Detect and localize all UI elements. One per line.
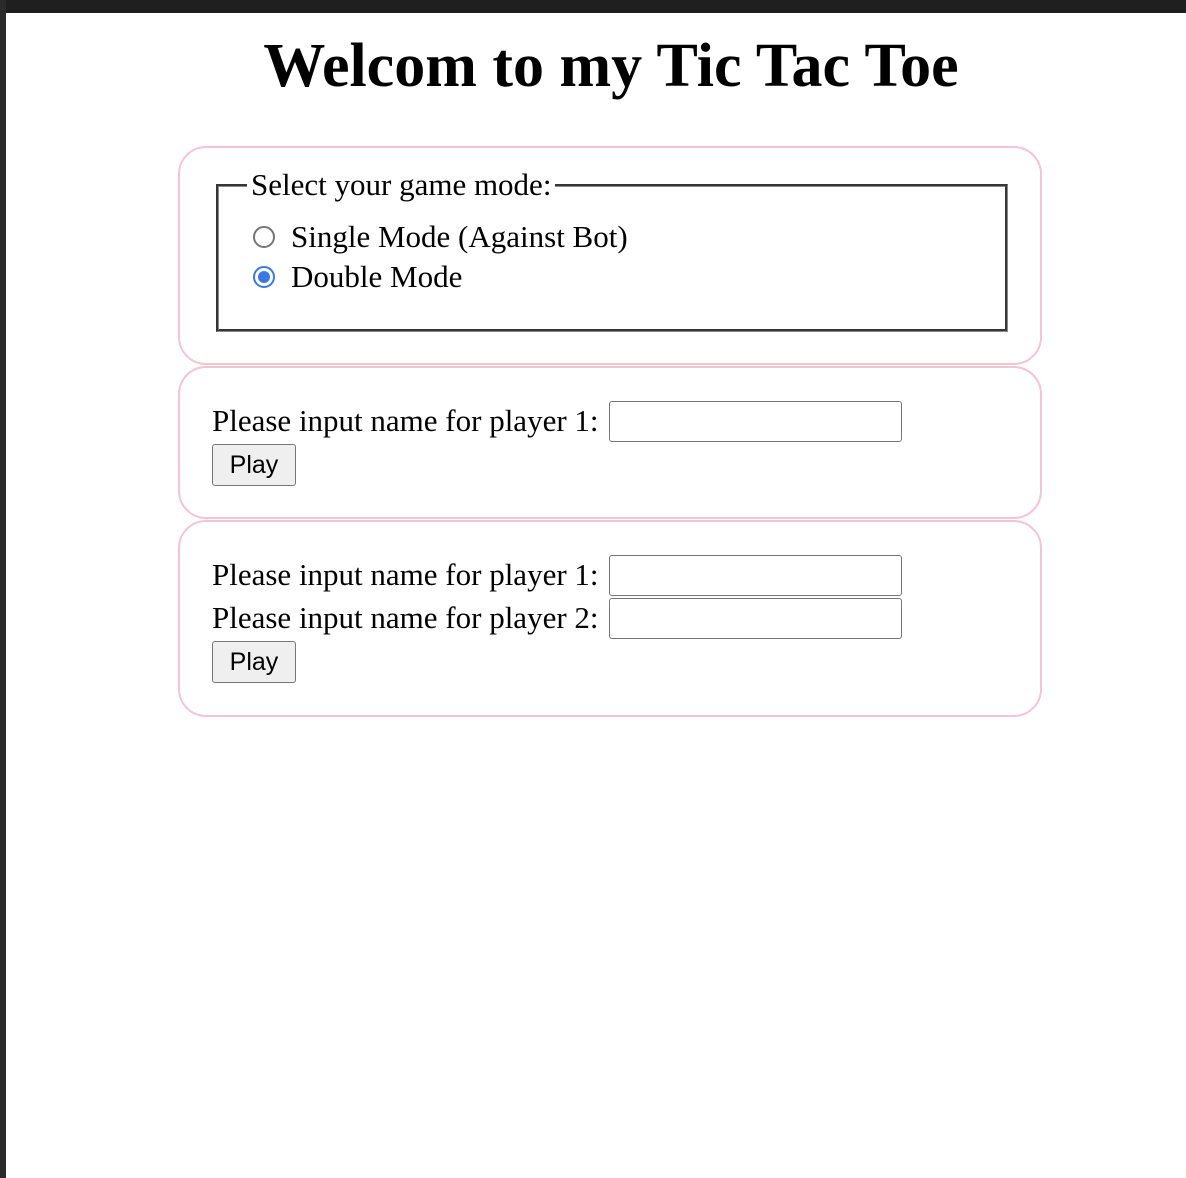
single-player1-input[interactable] [608,400,902,442]
single-player1-row: Please input name for player 1: [212,400,902,442]
game-mode-legend: Select your game mode: [247,167,556,203]
double-player1-input[interactable] [608,554,902,596]
double-player1-row: Please input name for player 1: [212,554,902,596]
single-mode-radio[interactable] [253,226,275,248]
double-mode-radio[interactable] [253,266,275,288]
window-top-bar [0,0,1186,13]
double-player2-input[interactable] [608,597,902,639]
game-mode-fieldset: Select your game mode: Single Mode (Agai… [216,167,1008,332]
game-mode-panel: Select your game mode: Single Mode (Agai… [178,146,1042,365]
single-player1-label: Please input name for player 1: [212,403,599,438]
page-title: Welcom to my Tic Tac Toe [263,32,959,100]
single-mode-panel: Please input name for player 1: Play [178,366,1042,519]
double-mode-option[interactable]: Double Mode [253,259,462,295]
single-mode-option[interactable]: Single Mode (Against Bot) [253,219,628,255]
double-player1-label: Please input name for player 1: [212,557,599,592]
single-play-button[interactable]: Play [212,444,296,486]
double-mode-label[interactable]: Double Mode [291,259,462,295]
window-left-edge [0,0,6,1178]
single-mode-label[interactable]: Single Mode (Against Bot) [291,219,628,255]
double-player2-label: Please input name for player 2: [212,600,599,635]
double-play-button[interactable]: Play [212,641,296,683]
double-mode-panel: Please input name for player 1: Please i… [178,520,1042,717]
double-player2-row: Please input name for player 2: [212,597,902,639]
